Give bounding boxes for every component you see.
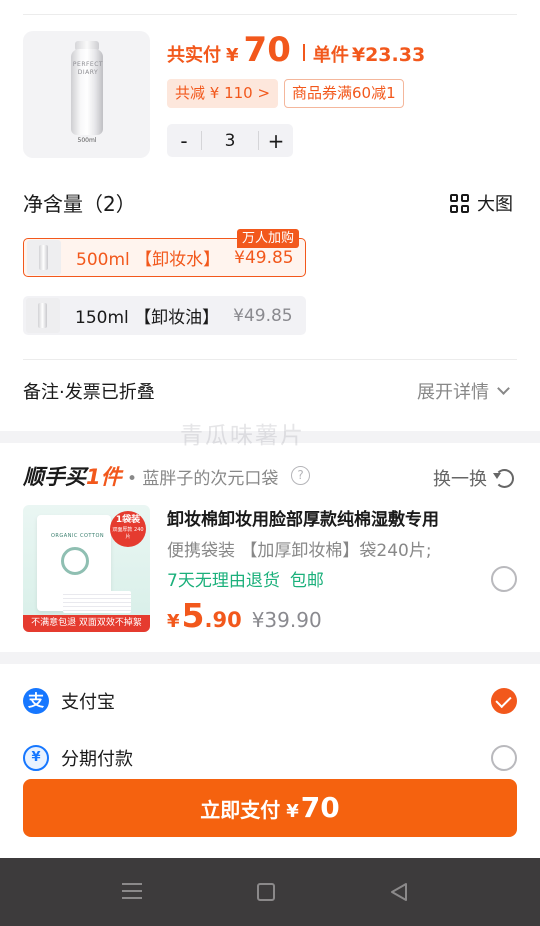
expand-details-label: 展开详情 — [417, 382, 489, 403]
option-name: 150ml 【卸妆油】 — [75, 308, 220, 328]
swap-label: 换一换 — [433, 469, 487, 490]
spec-option-150ml[interactable]: 150ml 【卸妆油】 ¥49.85 — [23, 296, 306, 335]
checkmark-icon[interactable] — [491, 688, 517, 714]
home-icon[interactable] — [257, 883, 275, 901]
addon-product-thumbnail[interactable]: ORGANIC COTTON 1袋装 双面厚款 240片 不满意包退 双面双效不… — [23, 505, 150, 632]
addon-title-accent: 1件 — [86, 465, 122, 489]
chevron-down-icon — [497, 382, 510, 395]
option-price: ¥49.85 — [234, 247, 294, 268]
hot-tag: 万人加购 — [237, 229, 300, 248]
unit-price-label: 单件 — [312, 45, 349, 66]
quantity-value[interactable]: 3 — [202, 131, 258, 151]
pay-now-currency: ¥ — [286, 801, 299, 822]
remark-invoice-label: 备注·发票已折叠 — [23, 382, 155, 403]
promo-banner: 不满意包退 双面双效不掉絮 — [23, 615, 150, 632]
unit-price: ¥23.33 — [351, 44, 426, 66]
payment-method-label: 分期付款 — [61, 749, 133, 770]
pay-now-button[interactable]: 立即支付 ¥ 70 — [23, 779, 517, 837]
coupon-chip[interactable]: 商品券满60减1 — [284, 79, 404, 108]
top-divider — [23, 14, 517, 15]
swap-button[interactable]: 换一换 — [433, 465, 514, 491]
payment-method-label: 支付宝 — [61, 692, 115, 713]
service-return: 7天无理由退货 — [167, 571, 280, 591]
addon-shop-name: • 蓝胖子的次元口袋 — [127, 469, 279, 489]
help-icon[interactable]: ? — [291, 466, 310, 485]
pack-badge: 1袋装 双面厚款 240片 — [110, 511, 146, 547]
bag-logo — [61, 547, 89, 575]
badge-sub: 双面厚款 240片 — [112, 527, 144, 540]
grid-view-icon — [450, 193, 469, 213]
bottle-size-text: 500ml — [77, 137, 97, 144]
addon-original-price: ¥39.90 — [251, 608, 322, 632]
pay-now-amount: 70 — [300, 791, 340, 824]
decrease-button[interactable]: - — [167, 129, 201, 153]
spec-title: 净含量（2） — [23, 192, 136, 216]
service-free-shipping: 包邮 — [289, 571, 324, 591]
bag-label: ORGANIC COTTON — [51, 533, 105, 539]
addon-title-plain: 顺手买 — [23, 465, 86, 489]
paid-label: 共实付 — [167, 45, 221, 66]
addon-price-integer: 5 — [181, 596, 205, 635]
discount-chip[interactable]: 共减 ¥ 110 > — [167, 79, 279, 108]
bottle-brand-text: PERFECT DIARY — [72, 61, 104, 76]
pay-now-label: 立即支付 — [200, 798, 281, 822]
option-thumbnail — [27, 240, 61, 275]
option-price: ¥49.85 — [233, 305, 293, 326]
option-thumbnail — [26, 298, 60, 333]
product-thumbnail[interactable]: PERFECT DIARY 500ml — [23, 31, 150, 158]
payment-method-installment[interactable]: ¥ 分期付款 — [23, 743, 517, 773]
addon-product-description: 便携袋装 【加厚卸妆棉】袋240片; — [167, 541, 432, 561]
section-band — [0, 652, 540, 664]
payment-radio[interactable] — [491, 745, 517, 771]
section-divider — [23, 359, 517, 360]
increase-button[interactable]: + — [259, 129, 293, 153]
cotton-pad-stack — [63, 591, 131, 613]
paid-summary: 共实付 ¥ 70 单件 ¥23.33 — [167, 30, 425, 74]
alipay-icon: 支 — [23, 688, 49, 714]
badge-main: 1袋装 — [115, 515, 141, 525]
watermark: 青瓜味薯片 — [180, 423, 305, 449]
addon-product-name[interactable]: 卸妆棉卸妆用脸部厚款纯棉湿敷专用 — [167, 505, 439, 530]
quantity-stepper: - 3 + — [167, 124, 293, 157]
paid-amount: 70 — [243, 30, 291, 70]
addon-select-radio[interactable] — [491, 566, 517, 592]
addon-price: ¥ 5 .90 ¥39.90 — [167, 596, 322, 635]
refresh-icon — [493, 468, 514, 488]
system-navigation-bar — [0, 858, 540, 926]
addon-services: 7天无理由退货 包邮 — [167, 566, 324, 591]
big-picture-toggle[interactable]: 大图 — [450, 190, 513, 216]
paid-currency: ¥ — [226, 45, 239, 66]
addon-price-decimal: .90 — [204, 608, 242, 632]
addon-title: 顺手买1件 — [23, 461, 122, 491]
expand-details-button[interactable]: 展开详情 — [417, 378, 510, 404]
option-name: 500ml 【卸妆水】 — [76, 250, 221, 270]
big-picture-label: 大图 — [477, 194, 513, 215]
payment-method-alipay[interactable]: 支 支付宝 — [23, 686, 517, 716]
menu-icon[interactable] — [122, 883, 142, 900]
paid-separator — [302, 44, 305, 61]
addon-price-currency: ¥ — [167, 611, 180, 632]
installment-icon: ¥ — [23, 745, 49, 771]
